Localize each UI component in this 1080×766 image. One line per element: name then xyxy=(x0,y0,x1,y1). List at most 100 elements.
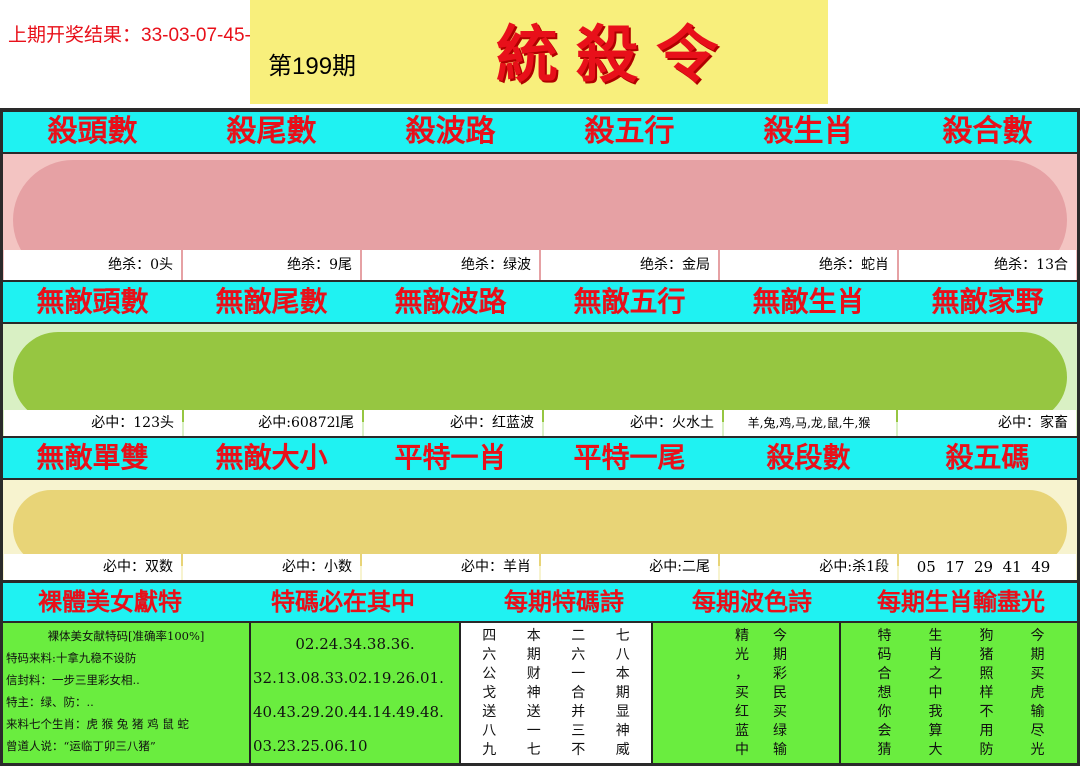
panel2-line: 02.24.34.38.36. xyxy=(295,635,415,653)
poem3-char: 用 xyxy=(979,723,994,739)
poem2-char: 精 xyxy=(735,628,749,644)
row3-header: 無敵大小 xyxy=(215,441,328,474)
row1-value: 绝杀：13合 xyxy=(899,250,1076,280)
row3-header: 平特一尾 xyxy=(573,441,686,474)
row2-header: 無敵家野 xyxy=(931,285,1044,318)
panel2-line: 40.43.29.20.44.14.49.48. xyxy=(253,703,444,721)
row3-header: 無敵單雙 xyxy=(36,441,149,474)
panel-poem-color: 精今光期，彩买民红买蓝绿中输 xyxy=(653,623,841,763)
poem1-char: 七 xyxy=(526,742,541,758)
row4-header: 每期生肖輸盡光 xyxy=(877,588,1045,616)
poem2-char: 输 xyxy=(773,742,787,758)
poem2-char: 中 xyxy=(735,742,749,758)
poem1-char: 期 xyxy=(526,647,541,663)
panel1-line: 特主：绿、防：.. xyxy=(6,695,94,709)
row2-value: 必中：红蓝波 xyxy=(364,410,542,436)
poem3-char: 生 xyxy=(928,628,943,644)
row3-value: 必中：小数 xyxy=(183,554,360,580)
row2-value: 必中：火水土 xyxy=(544,410,722,436)
poem2-char: ， xyxy=(735,666,749,682)
row3-header: 殺五碼 xyxy=(945,441,1030,474)
logo-title: 統殺令 xyxy=(496,18,737,91)
poem1-char: 本 xyxy=(615,666,630,682)
poem2-char: 买 xyxy=(735,685,749,701)
bottom-panels: 裸体美女献特码[准确率100%] 特码来料:十拿九稳不设防 信封料：一步三里彩女… xyxy=(3,623,1077,763)
poem2-char: 民 xyxy=(773,685,787,701)
row1-header: 殺生肖 xyxy=(763,114,854,149)
row4-header: 裸體美女獻特 xyxy=(38,588,182,616)
poem1-char: 六 xyxy=(571,647,586,663)
row2-value: 必中：123头 xyxy=(4,410,182,436)
band-glow xyxy=(13,332,1067,422)
poem1-char: 财 xyxy=(526,666,541,682)
issue-number: 第199期 xyxy=(268,53,357,80)
poem2-char: 蓝 xyxy=(735,723,749,739)
poem3-char: 我 xyxy=(928,704,943,720)
panel1-line: 裸体美女献特码[准确率100%] xyxy=(47,629,205,643)
row4-header: 每期特碼詩 xyxy=(504,588,624,616)
poem1-char: 六 xyxy=(482,647,497,663)
poem3-char: 照 xyxy=(979,666,994,682)
row2-header: 無敵頭數 xyxy=(36,285,149,318)
row2-header: 無敵尾數 xyxy=(215,285,328,318)
row4-header: 每期波色詩 xyxy=(692,588,812,616)
poem3-char: 不 xyxy=(979,704,994,720)
panel-poem-special: 四本二七六期六八公财一本戈神合期送送并显八一三神九七不威 xyxy=(461,623,653,763)
row3-value: 必中：羊肖 xyxy=(362,554,539,580)
panel1-line: 信封料：一步三里彩女相.. xyxy=(6,673,140,687)
row3-band: 必中：双数 必中：小数 必中：羊肖 必中:二尾 必中:杀1段 05 17 29 … xyxy=(3,480,1077,580)
row1-band: 绝杀：0头 绝杀：9尾 绝杀：绿波 绝杀：金局 绝杀：蛇肖 绝杀：13合 xyxy=(3,154,1077,280)
poem1-char: 二 xyxy=(571,628,586,644)
poem3-char: 合 xyxy=(877,666,892,682)
poem3-char: 狗 xyxy=(979,628,994,644)
poem3-char: 买 xyxy=(1030,666,1045,682)
poem1-char: 公 xyxy=(482,666,497,682)
poem1-char: 威 xyxy=(615,742,630,758)
poem3-char: 期 xyxy=(1030,647,1045,663)
poem3-char: 样 xyxy=(979,685,994,701)
row1-value: 绝杀：金局 xyxy=(541,250,718,280)
poem1-char: 一 xyxy=(526,723,541,739)
poem1-char: 期 xyxy=(615,685,630,701)
poem2-char: 绿 xyxy=(773,723,787,739)
poem1-char: 送 xyxy=(526,704,541,720)
panel2-line: 03.23.25.06.10 xyxy=(253,737,368,755)
poem2-char: 光 xyxy=(735,647,749,663)
poem1-char: 戈 xyxy=(482,685,497,701)
poem3-char: 尽 xyxy=(1030,723,1045,739)
poem3-char: 会 xyxy=(877,723,892,739)
row2-headers: 無敵頭數 無敵尾數 無敵波路 無敵五行 無敵生肖 無敵家野 xyxy=(3,282,1077,322)
poem1-char: 不 xyxy=(571,742,586,758)
row2-header: 無敵五行 xyxy=(573,285,686,318)
row2-value: 必中:60872l尾 xyxy=(184,410,362,436)
panel1-line: 特码来料:十拿九稳不设防 xyxy=(6,651,137,665)
poem3-char: 防 xyxy=(979,742,994,758)
row3-value: 必中:杀1段 xyxy=(720,554,897,580)
poem3-char: 码 xyxy=(877,647,892,663)
row3-value: 必中：双数 xyxy=(4,554,181,580)
panel-beauty: 裸体美女献特码[准确率100%] 特码来料:十拿九稳不设防 信封料：一步三里彩女… xyxy=(3,623,251,763)
poem3-char: 特 xyxy=(877,628,892,644)
poem3-char: 肖 xyxy=(928,647,943,663)
panel1-line: 曾道人说：“运临丁卯三八猪” xyxy=(6,739,156,753)
panel-numbers: 02.24.34.38.36. 32.13.08.33.02.19.26.01.… xyxy=(251,623,461,763)
row3-value: 必中:二尾 xyxy=(541,554,718,580)
row2-header: 無敵波路 xyxy=(394,285,507,318)
panel1-line: 来料七个生肖：虎 猴 兔 猪 鸡 鼠 蛇 xyxy=(6,717,189,731)
row1-header: 殺尾數 xyxy=(226,114,317,149)
poem1-char: 一 xyxy=(571,666,586,682)
row2-band: 必中：123头 必中:60872l尾 必中：红蓝波 必中：火水土 羊,兔,鸡,马… xyxy=(3,324,1077,436)
poem1-char: 八 xyxy=(482,723,497,739)
poem3-char: 虎 xyxy=(1030,685,1045,701)
row1-headers: 殺頭數 殺尾數 殺波路 殺五行 殺生肖 殺合數 xyxy=(3,112,1077,152)
poem1-char: 显 xyxy=(615,704,630,720)
row2-value: 必中：家畜 xyxy=(898,410,1076,436)
row3-headers: 無敵單雙 無敵大小 平特一肖 平特一尾 殺段數 殺五碼 xyxy=(3,438,1077,478)
poem1-char: 并 xyxy=(571,704,586,720)
row3-value: 05 17 29 41 49 xyxy=(899,554,1076,580)
row1-header: 殺波路 xyxy=(405,114,496,149)
row3-header: 殺段數 xyxy=(766,441,851,474)
poem2-char: 彩 xyxy=(773,666,787,682)
poem2-char: 红 xyxy=(735,704,749,720)
row4-header: 特碼必在其中 xyxy=(271,588,415,616)
